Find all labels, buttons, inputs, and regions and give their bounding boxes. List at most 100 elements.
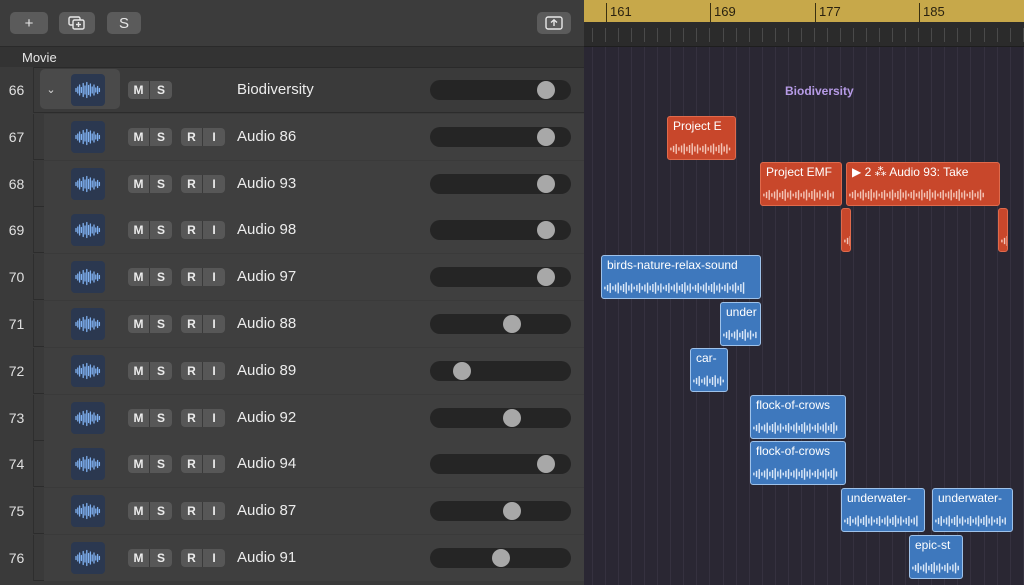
solo-button[interactable]: S xyxy=(150,315,172,333)
duplicate-track-button[interactable] xyxy=(59,12,95,34)
solo-button[interactable]: S xyxy=(150,408,172,427)
track-name[interactable]: Audio 89 xyxy=(237,362,296,379)
volume-slider[interactable] xyxy=(430,407,571,428)
audio-track-icon[interactable] xyxy=(71,261,105,294)
volume-slider-knob[interactable] xyxy=(491,549,510,567)
add-track-button[interactable]: + xyxy=(10,12,48,34)
solo-button[interactable]: S xyxy=(150,81,172,99)
audio-region[interactable]: underwater- xyxy=(932,488,1013,532)
track-name[interactable]: Audio 92 xyxy=(237,409,296,426)
disclosure-chevron-icon[interactable]: ⌄ xyxy=(44,81,58,97)
track-name[interactable]: Audio 93 xyxy=(237,175,296,192)
track-name[interactable]: Audio 97 xyxy=(237,268,296,285)
audio-region[interactable]: flock-of-crows xyxy=(750,395,846,439)
track-row[interactable]: 71 M S R I Audio 88 xyxy=(0,301,584,347)
track-row[interactable]: 68 M S R I Audio 93 xyxy=(0,160,584,207)
input-monitor-button[interactable]: I xyxy=(203,127,225,146)
audio-region[interactable]: underwater- xyxy=(841,488,925,532)
audio-track-icon[interactable] xyxy=(71,448,105,481)
mute-button[interactable]: M xyxy=(128,81,150,99)
track-name[interactable]: Biodiversity xyxy=(237,81,314,98)
track-row[interactable]: 72 M S R I Audio 89 xyxy=(0,347,584,394)
volume-slider[interactable] xyxy=(430,548,571,568)
solo-button[interactable]: S xyxy=(107,12,141,34)
track-name[interactable]: Audio 91 xyxy=(237,549,296,566)
catch-playhead-button[interactable] xyxy=(537,12,571,34)
take-region[interactable]: Project E xyxy=(667,116,736,160)
volume-slider[interactable] xyxy=(430,80,571,100)
mute-button[interactable]: M xyxy=(128,127,150,146)
mute-button[interactable]: M xyxy=(128,361,150,380)
record-enable-button[interactable]: R xyxy=(181,174,203,193)
audio-region[interactable]: car- xyxy=(690,348,728,392)
input-monitor-button[interactable]: I xyxy=(203,268,225,287)
track-row[interactable]: 66 ⌄ M S Biodiversity xyxy=(0,67,584,113)
volume-slider-knob[interactable] xyxy=(503,315,522,333)
record-enable-button[interactable]: R xyxy=(181,221,203,240)
mute-button[interactable]: M xyxy=(128,174,150,193)
audio-track-icon[interactable] xyxy=(71,308,105,340)
track-name[interactable]: Audio 88 xyxy=(237,315,296,332)
track-row[interactable]: 69 M S R I Audio 98 xyxy=(0,207,584,254)
solo-button[interactable]: S xyxy=(150,549,172,567)
volume-slider-knob[interactable] xyxy=(536,127,555,146)
input-monitor-button[interactable]: I xyxy=(203,502,225,521)
audio-region[interactable]: epic-st xyxy=(909,535,963,579)
volume-slider[interactable] xyxy=(430,126,571,147)
take-region[interactable] xyxy=(998,208,1008,252)
take-region[interactable]: ▶ 2 ⁂ Audio 93: Take xyxy=(846,162,1000,206)
track-row[interactable]: 76 M S R I Audio 91 xyxy=(0,535,584,581)
audio-track-icon[interactable] xyxy=(71,401,105,434)
audio-region[interactable]: birds-nature-relax-sound xyxy=(601,255,761,299)
volume-slider[interactable] xyxy=(430,314,571,334)
volume-slider-knob[interactable] xyxy=(536,174,555,193)
record-enable-button[interactable]: R xyxy=(181,315,203,333)
record-enable-button[interactable]: R xyxy=(181,408,203,427)
solo-button[interactable]: S xyxy=(150,361,172,380)
input-monitor-button[interactable]: I xyxy=(203,221,225,240)
track-name[interactable]: Audio 86 xyxy=(237,128,296,145)
mute-button[interactable]: M xyxy=(128,221,150,240)
volume-slider[interactable] xyxy=(430,360,571,381)
track-row[interactable]: 67 M S R I Audio 86 xyxy=(0,113,584,160)
volume-slider-knob[interactable] xyxy=(503,408,522,427)
volume-slider-knob[interactable] xyxy=(503,502,522,521)
input-monitor-button[interactable]: I xyxy=(203,549,225,567)
beat-ruler[interactable] xyxy=(584,22,1024,47)
record-enable-button[interactable]: R xyxy=(181,455,203,474)
record-enable-button[interactable]: R xyxy=(181,549,203,567)
track-row[interactable]: 70 M S R I Audio 97 xyxy=(0,254,584,301)
input-monitor-button[interactable]: I xyxy=(203,455,225,474)
volume-slider[interactable] xyxy=(430,454,571,475)
solo-button[interactable]: S xyxy=(150,174,172,193)
solo-button[interactable]: S xyxy=(150,268,172,287)
audio-region[interactable]: flock-of-crows xyxy=(750,441,846,485)
track-name[interactable]: Audio 87 xyxy=(237,502,296,519)
input-monitor-button[interactable]: I xyxy=(203,174,225,193)
volume-slider-knob[interactable] xyxy=(536,455,555,474)
audio-track-icon[interactable] xyxy=(71,167,105,200)
volume-slider-knob[interactable] xyxy=(536,268,555,287)
volume-slider[interactable] xyxy=(430,173,571,194)
solo-button[interactable]: S xyxy=(150,455,172,474)
mute-button[interactable]: M xyxy=(128,549,150,567)
track-name[interactable]: Audio 94 xyxy=(237,455,296,472)
input-monitor-button[interactable]: I xyxy=(203,315,225,333)
audio-track-icon[interactable] xyxy=(71,354,105,387)
mute-button[interactable]: M xyxy=(128,315,150,333)
solo-button[interactable]: S xyxy=(150,221,172,240)
solo-button[interactable]: S xyxy=(150,502,172,521)
audio-track-icon[interactable] xyxy=(71,542,105,574)
volume-slider[interactable] xyxy=(430,267,571,288)
volume-slider-knob[interactable] xyxy=(536,81,555,99)
bar-ruler[interactable]: 161 169 177 185 xyxy=(584,0,1024,22)
input-monitor-button[interactable]: I xyxy=(203,408,225,427)
record-enable-button[interactable]: R xyxy=(181,127,203,146)
track-row[interactable]: 75 M S R I Audio 87 xyxy=(0,488,584,535)
mute-button[interactable]: M xyxy=(128,502,150,521)
record-enable-button[interactable]: R xyxy=(181,502,203,521)
volume-slider[interactable] xyxy=(430,501,571,522)
volume-slider-knob[interactable] xyxy=(536,221,555,240)
mute-button[interactable]: M xyxy=(128,455,150,474)
solo-button[interactable]: S xyxy=(150,127,172,146)
